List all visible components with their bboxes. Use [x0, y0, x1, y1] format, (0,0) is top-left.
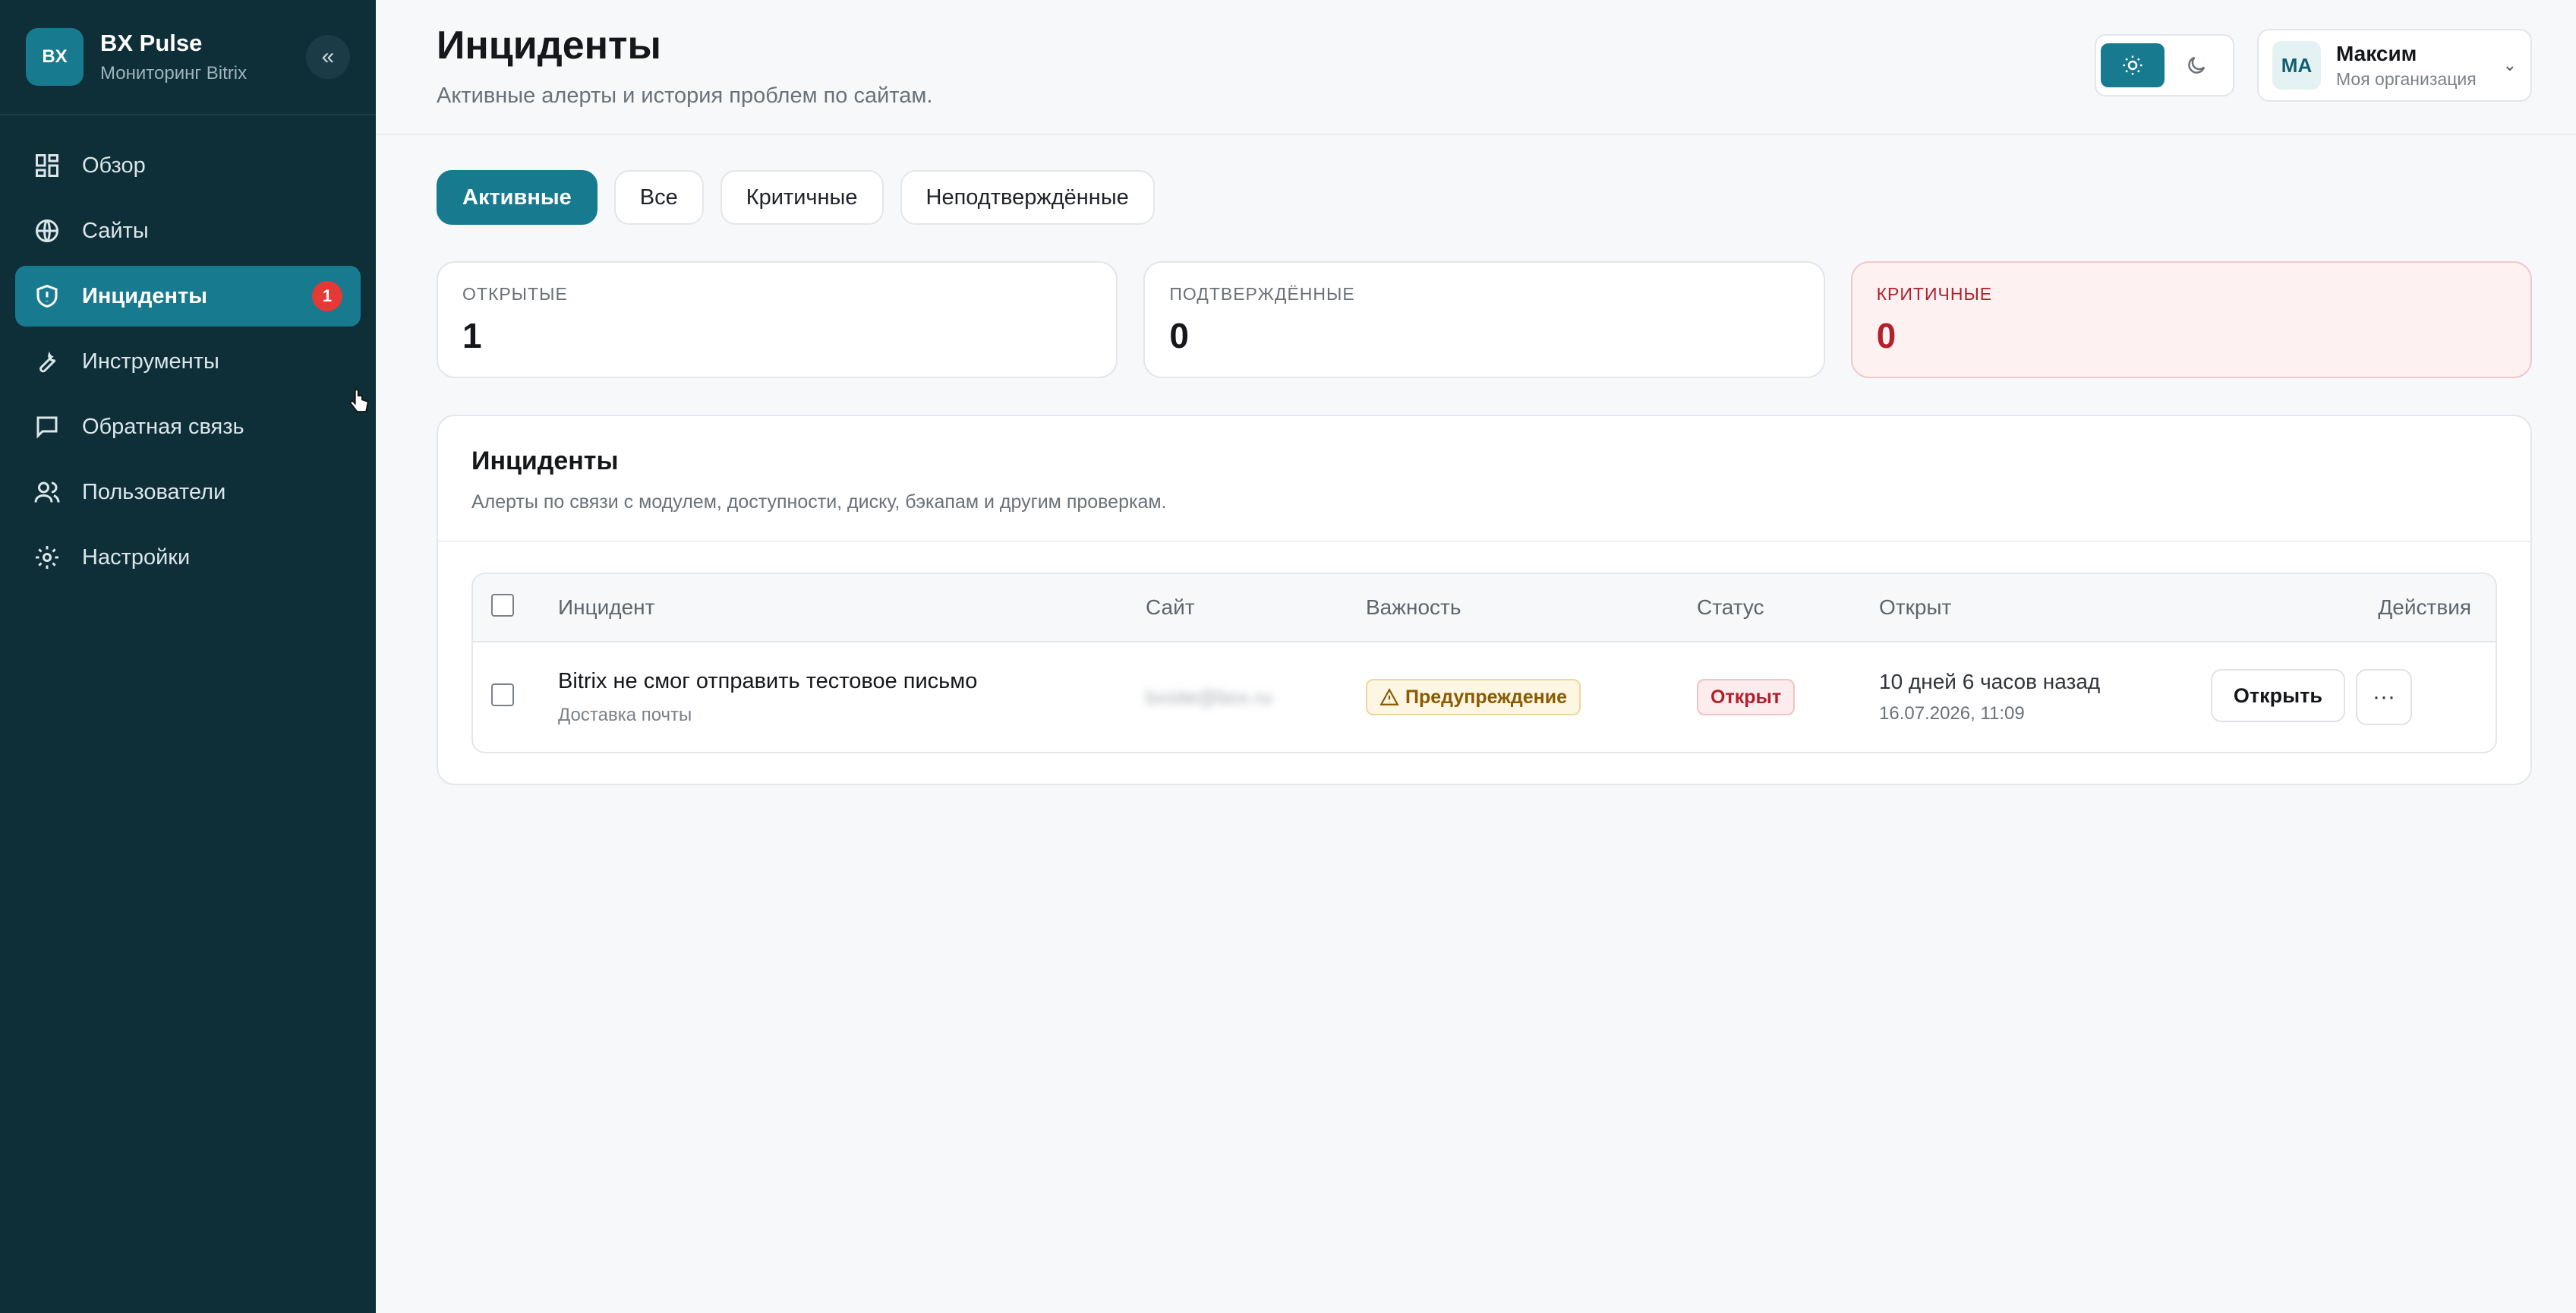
select-all-checkbox[interactable]: [491, 593, 514, 617]
sidebar-item-label: Обратная связь: [82, 414, 244, 439]
stat-value: 0: [1876, 316, 1897, 355]
stat-value: 1: [462, 316, 482, 355]
more-actions-button[interactable]: ···: [2356, 669, 2412, 725]
globe-icon: [33, 217, 61, 245]
sidebar-item-label: Настройки: [82, 544, 191, 570]
dark-theme-button[interactable]: [2165, 43, 2228, 87]
sidebar-item-incidents[interactable]: Инциденты 1: [15, 266, 361, 327]
column-header-opened: Открыт: [1879, 574, 2145, 642]
chat-icon: [33, 413, 61, 440]
table-row: Bitrix не смог отправить тестовое письмо…: [473, 642, 2496, 752]
sidebar-item-settings[interactable]: Настройки: [15, 527, 361, 588]
column-header-status: Статус: [1697, 574, 1879, 642]
sidebar-nav: Обзор Сайты Инциденты 1 Инструменты Обра…: [0, 115, 376, 612]
filter-tabs: Активные Все Критичные Неподтверждённые: [437, 170, 2532, 225]
stat-critical: КРИТИЧНЫЕ 0: [1850, 261, 2532, 378]
severity-badge: Предупреждение: [1366, 679, 1581, 715]
opened-relative: 10 дней 6 часов назад: [1879, 670, 2101, 693]
users-icon: [33, 478, 61, 506]
site-name: bxsite@box.ru: [1146, 686, 1272, 709]
column-header-severity: Важность: [1366, 574, 1697, 642]
sidebar-item-label: Обзор: [82, 153, 146, 178]
moon-icon: [2188, 56, 2206, 74]
column-header-incident: Инцидент: [558, 574, 1146, 642]
card-subtitle: Алерты по связи с модулем, доступности, …: [471, 491, 1167, 513]
card-title: Инциденты: [471, 447, 619, 475]
hand-cursor-icon: [349, 389, 369, 412]
user-organization: Моя организация: [2336, 68, 2477, 89]
stat-confirmed: ПОДТВЕРЖДЁННЫЕ 0: [1143, 261, 1825, 378]
light-theme-button[interactable]: [2101, 43, 2165, 87]
brand-subtitle: Мониторинг Bitrix: [100, 63, 248, 84]
sidebar-item-label: Пользователи: [82, 479, 226, 504]
sidebar-item-label: Сайты: [82, 218, 149, 243]
sidebar-item-sites[interactable]: Сайты: [15, 200, 361, 261]
incidents-table: Инцидент Сайт Важность Статус Открыт Дей…: [471, 573, 2497, 753]
tab-active[interactable]: Активные: [437, 170, 597, 225]
incidents-content: Активные Все Критичные Неподтверждённые …: [376, 135, 2576, 785]
brand: BX BX Pulse Мониторинг Bitrix «: [0, 0, 376, 115]
opened-timestamp: 16.07.2026, 11:09: [1879, 703, 2025, 724]
column-header-site: Сайт: [1146, 574, 1366, 642]
sidebar-item-label: Инструменты: [82, 349, 219, 374]
stat-label: ПОДТВЕРЖДЁННЫЕ: [1169, 284, 1355, 304]
avatar: МА: [2272, 41, 2321, 90]
stat-label: КРИТИЧНЫЕ: [1876, 284, 1993, 304]
stat-value: 0: [1169, 316, 1189, 355]
sidebar-item-tools[interactable]: Инструменты: [15, 331, 361, 392]
theme-toggle: [2095, 34, 2234, 96]
row-checkbox[interactable]: [491, 683, 514, 706]
dashboard-icon: [33, 152, 61, 179]
incidents-count-badge: 1: [312, 281, 342, 311]
severity-label: Предупреждение: [1405, 686, 1568, 708]
tab-critical[interactable]: Критичные: [720, 170, 884, 225]
chevron-down-icon: ⌄: [2502, 55, 2517, 74]
collapse-sidebar-button[interactable]: «: [306, 35, 350, 79]
tab-all[interactable]: Все: [613, 170, 704, 225]
shield-icon: [33, 282, 61, 310]
sidebar-item-feedback[interactable]: Обратная связь: [15, 396, 361, 457]
wrench-icon: [33, 348, 61, 375]
sidebar-item-label: Инциденты: [82, 283, 208, 308]
open-incident-button[interactable]: Открыть: [2210, 669, 2345, 722]
sidebar-item-overview[interactable]: Обзор: [15, 135, 361, 196]
warning-icon: [1379, 688, 1399, 705]
gear-icon: [33, 544, 61, 571]
stats-row: ОТКРЫТЫЕ 1 ПОДТВЕРЖДЁННЫЕ 0 КРИТИЧНЫЕ 0: [437, 261, 2532, 378]
brand-logo: BX: [26, 28, 84, 86]
status-badge: Открыт: [1697, 679, 1796, 715]
stat-label: ОТКРЫТЫЕ: [462, 284, 568, 304]
incident-category: Доставка почты: [558, 704, 692, 725]
sidebar: BX BX Pulse Мониторинг Bitrix « Обзор Са…: [0, 0, 376, 1313]
page-title: Инциденты: [437, 24, 661, 68]
user-name: Максим: [2336, 41, 2417, 65]
user-menu[interactable]: МА Максим Моя организация ⌄: [2257, 29, 2532, 102]
table-header-row: Инцидент Сайт Важность Статус Открыт Дей…: [473, 574, 2496, 642]
main-content: Инциденты Активные алерты и история проб…: [376, 0, 2576, 1313]
sun-icon: [2123, 55, 2142, 75]
page-subtitle: Активные алерты и история проблем по сай…: [437, 84, 933, 108]
incident-title[interactable]: Bitrix не смог отправить тестовое письмо: [558, 669, 1146, 694]
page-header: Инциденты Активные алерты и история проб…: [376, 0, 2576, 135]
stat-open: ОТКРЫТЫЕ 1: [437, 261, 1118, 378]
brand-name: BX Pulse: [100, 30, 203, 56]
sidebar-item-users[interactable]: Пользователи: [15, 462, 361, 522]
incidents-card: Инциденты Алерты по связи с модулем, дос…: [437, 415, 2532, 785]
tab-unconfirmed[interactable]: Неподтверждённые: [900, 170, 1155, 225]
column-header-actions: Действия: [2145, 574, 2496, 642]
